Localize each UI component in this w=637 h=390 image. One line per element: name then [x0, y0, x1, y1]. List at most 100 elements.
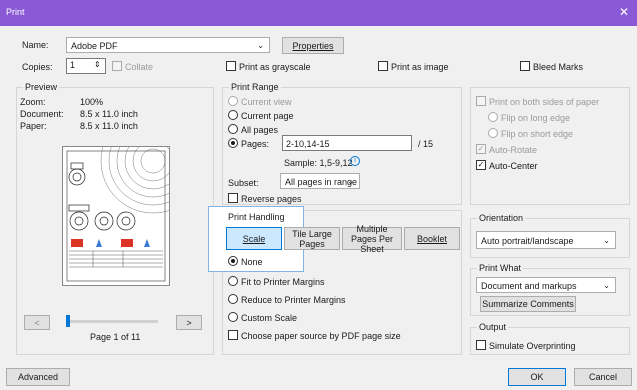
pages-input[interactable]: 2-10,14-15 [282, 135, 412, 151]
auto-rotate-label: Auto-Rotate [489, 145, 538, 155]
print-handling-title: Print Handling [226, 212, 287, 222]
all-pages-radio[interactable] [228, 124, 238, 134]
page-preview [62, 108, 206, 286]
stepper-icon[interactable]: ⇕ [94, 60, 101, 69]
previous-page-icon: < [34, 317, 40, 328]
page-slider-track[interactable] [66, 320, 158, 323]
zoom-value: 100% [80, 97, 104, 107]
window-title: Print [6, 7, 25, 17]
scale-tab[interactable]: Scale [226, 227, 282, 250]
pages-sample: Sample: 1,5-9,12 [284, 158, 353, 168]
ok-button[interactable]: OK [508, 368, 566, 386]
paper-size-label: Paper: [20, 121, 47, 131]
preview-title: Preview [23, 82, 60, 92]
next-page-icon: > [186, 317, 192, 328]
collate-checkbox[interactable] [112, 61, 122, 71]
next-page-button[interactable]: > [176, 315, 202, 330]
print-range-title: Print Range [229, 82, 281, 92]
pages-input-value: 2-10,14-15 [286, 139, 330, 149]
previous-page-button[interactable]: < [24, 315, 50, 330]
both-sides-checkbox[interactable] [476, 96, 486, 106]
auto-center-checkbox[interactable]: ✓ [476, 160, 486, 170]
summarize-comments-label: Summarize Comments [482, 299, 574, 309]
copies-value: 1 [70, 60, 76, 70]
simulate-overprinting-checkbox[interactable] [476, 340, 486, 350]
cancel-button[interactable]: Cancel [574, 368, 632, 386]
booklet-tab[interactable]: Booklet [404, 227, 460, 250]
page-slider-thumb[interactable] [66, 315, 70, 327]
document-size-label: Document: [20, 109, 64, 119]
print-as-image-label: Print as image [391, 62, 449, 72]
pages-total: / 15 [418, 139, 434, 149]
zoom-label: Zoom: [20, 97, 46, 107]
tile-large-pages-tab[interactable]: Tile Large Pages [284, 227, 340, 250]
subset-select-value: All pages in range [285, 177, 358, 187]
booklet-tab-label: Booklet [416, 233, 448, 244]
print-what-title: Print What [477, 263, 524, 273]
long-edge-label: Flip on long edge [501, 113, 571, 123]
print-what-select[interactable]: Document and markups ⌄ [476, 277, 616, 293]
orientation-select[interactable]: Auto portrait/landscape ⌄ [476, 231, 616, 249]
printer-select[interactable]: Adobe PDF ⌄ [66, 37, 270, 53]
page-preview-drawing [66, 108, 206, 282]
advanced-button-label: Advanced [17, 372, 59, 382]
current-view-label: Current view [241, 97, 292, 107]
collate-label: Collate [125, 62, 154, 72]
fit-to-margins-label: Fit to Printer Margins [241, 277, 325, 287]
reverse-pages-label: Reverse pages [241, 194, 302, 204]
reduce-to-margins-label: Reduce to Printer Margins [241, 295, 346, 305]
chevron-down-icon: ⌄ [603, 236, 610, 245]
short-edge-label: Flip on short edge [501, 129, 574, 139]
fit-to-margins-radio[interactable] [228, 276, 238, 286]
output-title: Output [477, 322, 509, 332]
document-size-value: 8.5 x 11.0 inch [80, 109, 138, 119]
paper-source-checkbox[interactable] [228, 330, 238, 340]
paper-size-value: 8.5 x 11.0 inch [80, 121, 138, 131]
printer-select-value: Adobe PDF [71, 41, 118, 51]
multiple-pages-tab[interactable]: Multiple Pages Per Sheet [342, 224, 402, 254]
short-edge-radio[interactable] [488, 128, 498, 138]
pages-label: Pages: [241, 139, 270, 149]
print-what-select-value: Document and markups [481, 281, 577, 291]
info-icon[interactable]: i [350, 156, 360, 166]
advanced-button[interactable]: Advanced [6, 368, 70, 386]
scale-none-radio[interactable] [228, 256, 238, 266]
both-sides-label: Print on both sides of paper [489, 97, 600, 107]
reverse-pages-checkbox[interactable] [228, 193, 238, 203]
paper-source-label: Choose paper source by PDF page size [241, 331, 401, 341]
orientation-select-value: Auto portrait/landscape [481, 236, 574, 246]
page-indicator: Page 1 of 11 [90, 332, 141, 342]
reduce-to-margins-radio[interactable] [228, 294, 238, 304]
current-view-radio[interactable] [228, 96, 238, 106]
auto-center-label: Auto-Center [489, 161, 538, 171]
print-as-image-checkbox[interactable] [378, 61, 388, 71]
bleed-marks-checkbox[interactable] [520, 61, 530, 71]
grayscale-checkbox[interactable] [226, 61, 236, 71]
grayscale-label: Print as grayscale [239, 62, 311, 72]
chevron-down-icon: ⌄ [257, 41, 264, 50]
summarize-comments-button[interactable]: Summarize Comments [480, 296, 576, 312]
auto-rotate-checkbox[interactable]: ✓ [476, 144, 486, 154]
scale-none-label: None [241, 257, 263, 267]
chevron-down-icon: ⌄ [603, 281, 610, 290]
custom-scale-radio[interactable] [228, 312, 238, 322]
all-pages-label: All pages [241, 125, 279, 135]
pages-radio[interactable] [228, 138, 238, 148]
subset-select[interactable]: All pages in range ⌄ [280, 173, 360, 189]
current-page-radio[interactable] [228, 110, 238, 120]
multiple-tab-label: Multiple Pages Per Sheet [350, 223, 394, 254]
current-page-label: Current page [241, 111, 294, 121]
chevron-down-icon: ⌄ [347, 177, 354, 186]
ok-button-label: OK [530, 372, 544, 382]
long-edge-radio[interactable] [488, 112, 498, 122]
simulate-overprinting-label: Simulate Overprinting [489, 341, 576, 351]
copies-label: Copies: [22, 62, 53, 72]
orientation-title: Orientation [477, 213, 526, 223]
title-bar: Print ✕ [0, 0, 637, 26]
properties-button[interactable]: Properties [282, 37, 344, 54]
close-icon[interactable]: ✕ [619, 5, 629, 19]
subset-label: Subset: [228, 178, 259, 188]
custom-scale-label: Custom Scale [241, 313, 298, 323]
printer-name-label: Name: [22, 40, 49, 50]
cancel-button-label: Cancel [588, 372, 617, 382]
